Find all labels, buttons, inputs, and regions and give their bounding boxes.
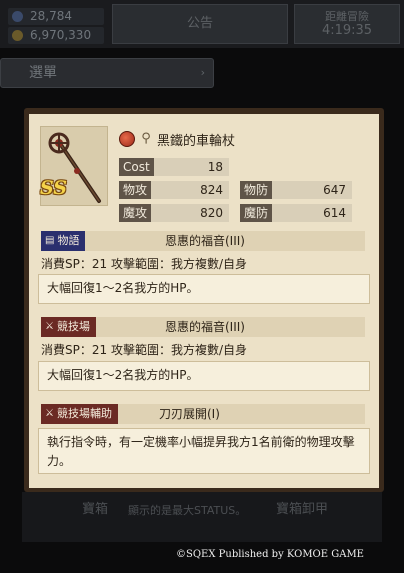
skill-description: 執行指令時，有一定機率小幅提昇我方1名前衛的物理攻擊力。: [38, 428, 370, 474]
stat-physical-defense: 物防 647: [240, 181, 352, 199]
stat-magic-defense: 魔防 614: [240, 204, 352, 222]
stat-magic-attack: 魔攻 820: [119, 204, 229, 222]
skill-info: 消費SP：21 攻擊範圍：我方複數/自身: [41, 343, 247, 357]
max-status-note: 顯示的是最大STATUS。: [128, 504, 247, 517]
stat-cost: Cost 18: [119, 158, 229, 176]
staff-type-icon: ⚲: [141, 131, 151, 146]
story-tag: ▤ 物語: [41, 231, 86, 251]
skill-arena-support-header: ⚔ 競技場輔助 刀刃展開(I): [41, 404, 365, 424]
skill-description: 大幅回復1～2名我方的HP。: [38, 274, 370, 304]
skill-story-header: ▤ 物語 恩惠的福音(III): [41, 231, 365, 251]
rarity-badge: SS: [40, 177, 68, 199]
bottom-left-button[interactable]: 寶箱: [82, 498, 108, 517]
fire-element-icon: [119, 131, 135, 147]
bottom-right-button[interactable]: 寶箱卸甲: [276, 498, 328, 517]
stat-physical-attack: 物攻 824: [119, 181, 229, 199]
skill-name: 刀刃展開(I): [159, 407, 220, 421]
stamina-icon: [12, 11, 23, 22]
arena-tag: ⚔ 競技場: [41, 317, 96, 337]
gold-counter: 6,970,330: [8, 27, 104, 44]
menu-button[interactable]: 選單 ›: [0, 58, 214, 88]
crossed-swords-icon: ⚔: [45, 321, 54, 332]
skill-info: 消費SP：21 攻擊範圍：我方複數/自身: [41, 257, 247, 271]
skill-name: 恩惠的福音(III): [165, 234, 245, 248]
skill-name: 恩惠的福音(III): [165, 320, 245, 334]
arena-support-tag: ⚔ 競技場輔助: [41, 404, 118, 424]
chevron-right-icon: ›: [200, 66, 205, 79]
skill-arena-header: ⚔ 競技場 恩惠的福音(III): [41, 317, 365, 337]
adventure-timer[interactable]: 距離冒險 4:19:35: [294, 4, 400, 44]
gold-coin-icon: [12, 30, 23, 41]
copyright-notice: ©SQEX Published by KOMOE GAME: [176, 549, 364, 560]
crossed-swords-icon: ⚔: [45, 408, 54, 419]
stamina-counter: 28,784: [8, 8, 104, 25]
weapon-name: 黑鐵的車輪杖: [157, 133, 236, 149]
skill-description: 大幅回復1～2名我方的HP。: [38, 361, 370, 391]
notice-button[interactable]: 公告: [112, 4, 288, 44]
weapon-title-row: ⚲ 黑鐵的車輪杖: [119, 130, 236, 149]
book-icon: ▤: [45, 235, 55, 246]
